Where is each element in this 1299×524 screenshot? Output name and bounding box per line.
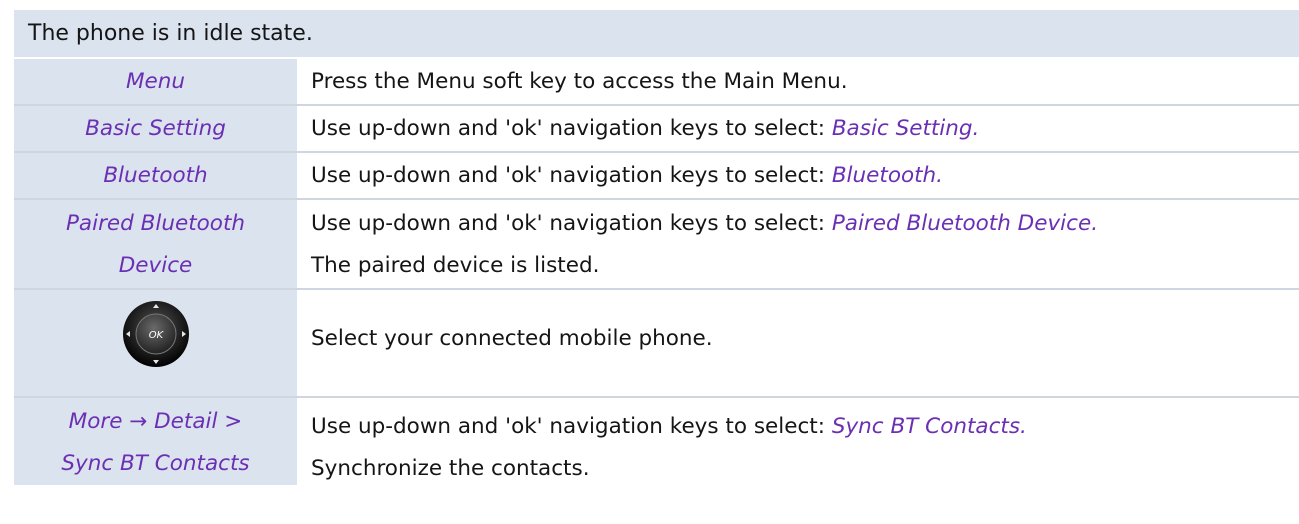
table-row: More → Detail > Sync BT Contacts Use up-… [14, 398, 1299, 485]
ok-key-label: OK [148, 330, 164, 341]
step-description: Press the Menu soft key to access the Ma… [297, 59, 1299, 104]
step-label-line: More → Detail > [68, 409, 243, 434]
instruction-table: The phone is in idle state. Menu Press t… [14, 10, 1299, 485]
step-label-line: Device [118, 253, 193, 278]
step-highlight: Paired Bluetooth Device. [831, 211, 1099, 236]
step-text: Use up-down and 'ok' navigation keys to … [311, 414, 832, 439]
step-text: Select your connected mobile phone. [311, 326, 713, 351]
step-highlight: Sync BT Contacts. [831, 414, 1027, 439]
step-description: Use up-down and 'ok' navigation keys to … [297, 153, 1299, 198]
table-header: The phone is in idle state. [14, 10, 1299, 59]
step-text-line: Use up-down and 'ok' navigation keys to … [311, 406, 1299, 448]
step-icon-cell: OK [14, 290, 297, 396]
table-row: OK Select your connected mobile phone. [14, 290, 1299, 398]
step-highlight: Basic Setting. [831, 115, 980, 141]
step-text-line: Use up-down and 'ok' navigation keys to … [311, 108, 1299, 150]
step-text-line: Synchronize the contacts. [311, 456, 590, 481]
ok-navigation-key-icon: OK [122, 301, 189, 367]
step-description: Use up-down and 'ok' navigation keys to … [297, 398, 1299, 485]
table-row: Paired Bluetooth Device Use up-down and … [14, 200, 1299, 290]
step-text: Press the Menu soft key to access the Ma… [311, 68, 848, 94]
step-text: Use up-down and 'ok' navigation keys to … [311, 162, 832, 188]
step-description: Use up-down and 'ok' navigation keys to … [297, 200, 1299, 288]
step-label: More → Detail > Sync BT Contacts [14, 398, 297, 485]
step-label: Paired Bluetooth Device [14, 200, 297, 288]
step-text: Use up-down and 'ok' navigation keys to … [311, 211, 832, 236]
step-text: Use up-down and 'ok' navigation keys to … [311, 115, 832, 141]
step-label: Basic Setting [14, 106, 297, 151]
step-label: Menu [14, 59, 297, 104]
step-label: Bluetooth [14, 153, 297, 198]
step-description: Select your connected mobile phone. [297, 290, 1299, 396]
step-text-line: The paired device is listed. [311, 253, 600, 278]
step-label-line: Sync BT Contacts [61, 451, 250, 476]
step-highlight: Bluetooth. [831, 162, 944, 188]
step-label-line: Paired Bluetooth [65, 211, 246, 236]
table-row: Bluetooth Use up-down and 'ok' navigatio… [14, 153, 1299, 200]
step-description: Use up-down and 'ok' navigation keys to … [297, 106, 1299, 151]
step-text-line: Use up-down and 'ok' navigation keys to … [311, 203, 1299, 245]
table-row: Menu Press the Menu soft key to access t… [14, 59, 1299, 106]
step-text-line: Use up-down and 'ok' navigation keys to … [311, 155, 1299, 197]
table-row: Basic Setting Use up-down and 'ok' navig… [14, 106, 1299, 153]
